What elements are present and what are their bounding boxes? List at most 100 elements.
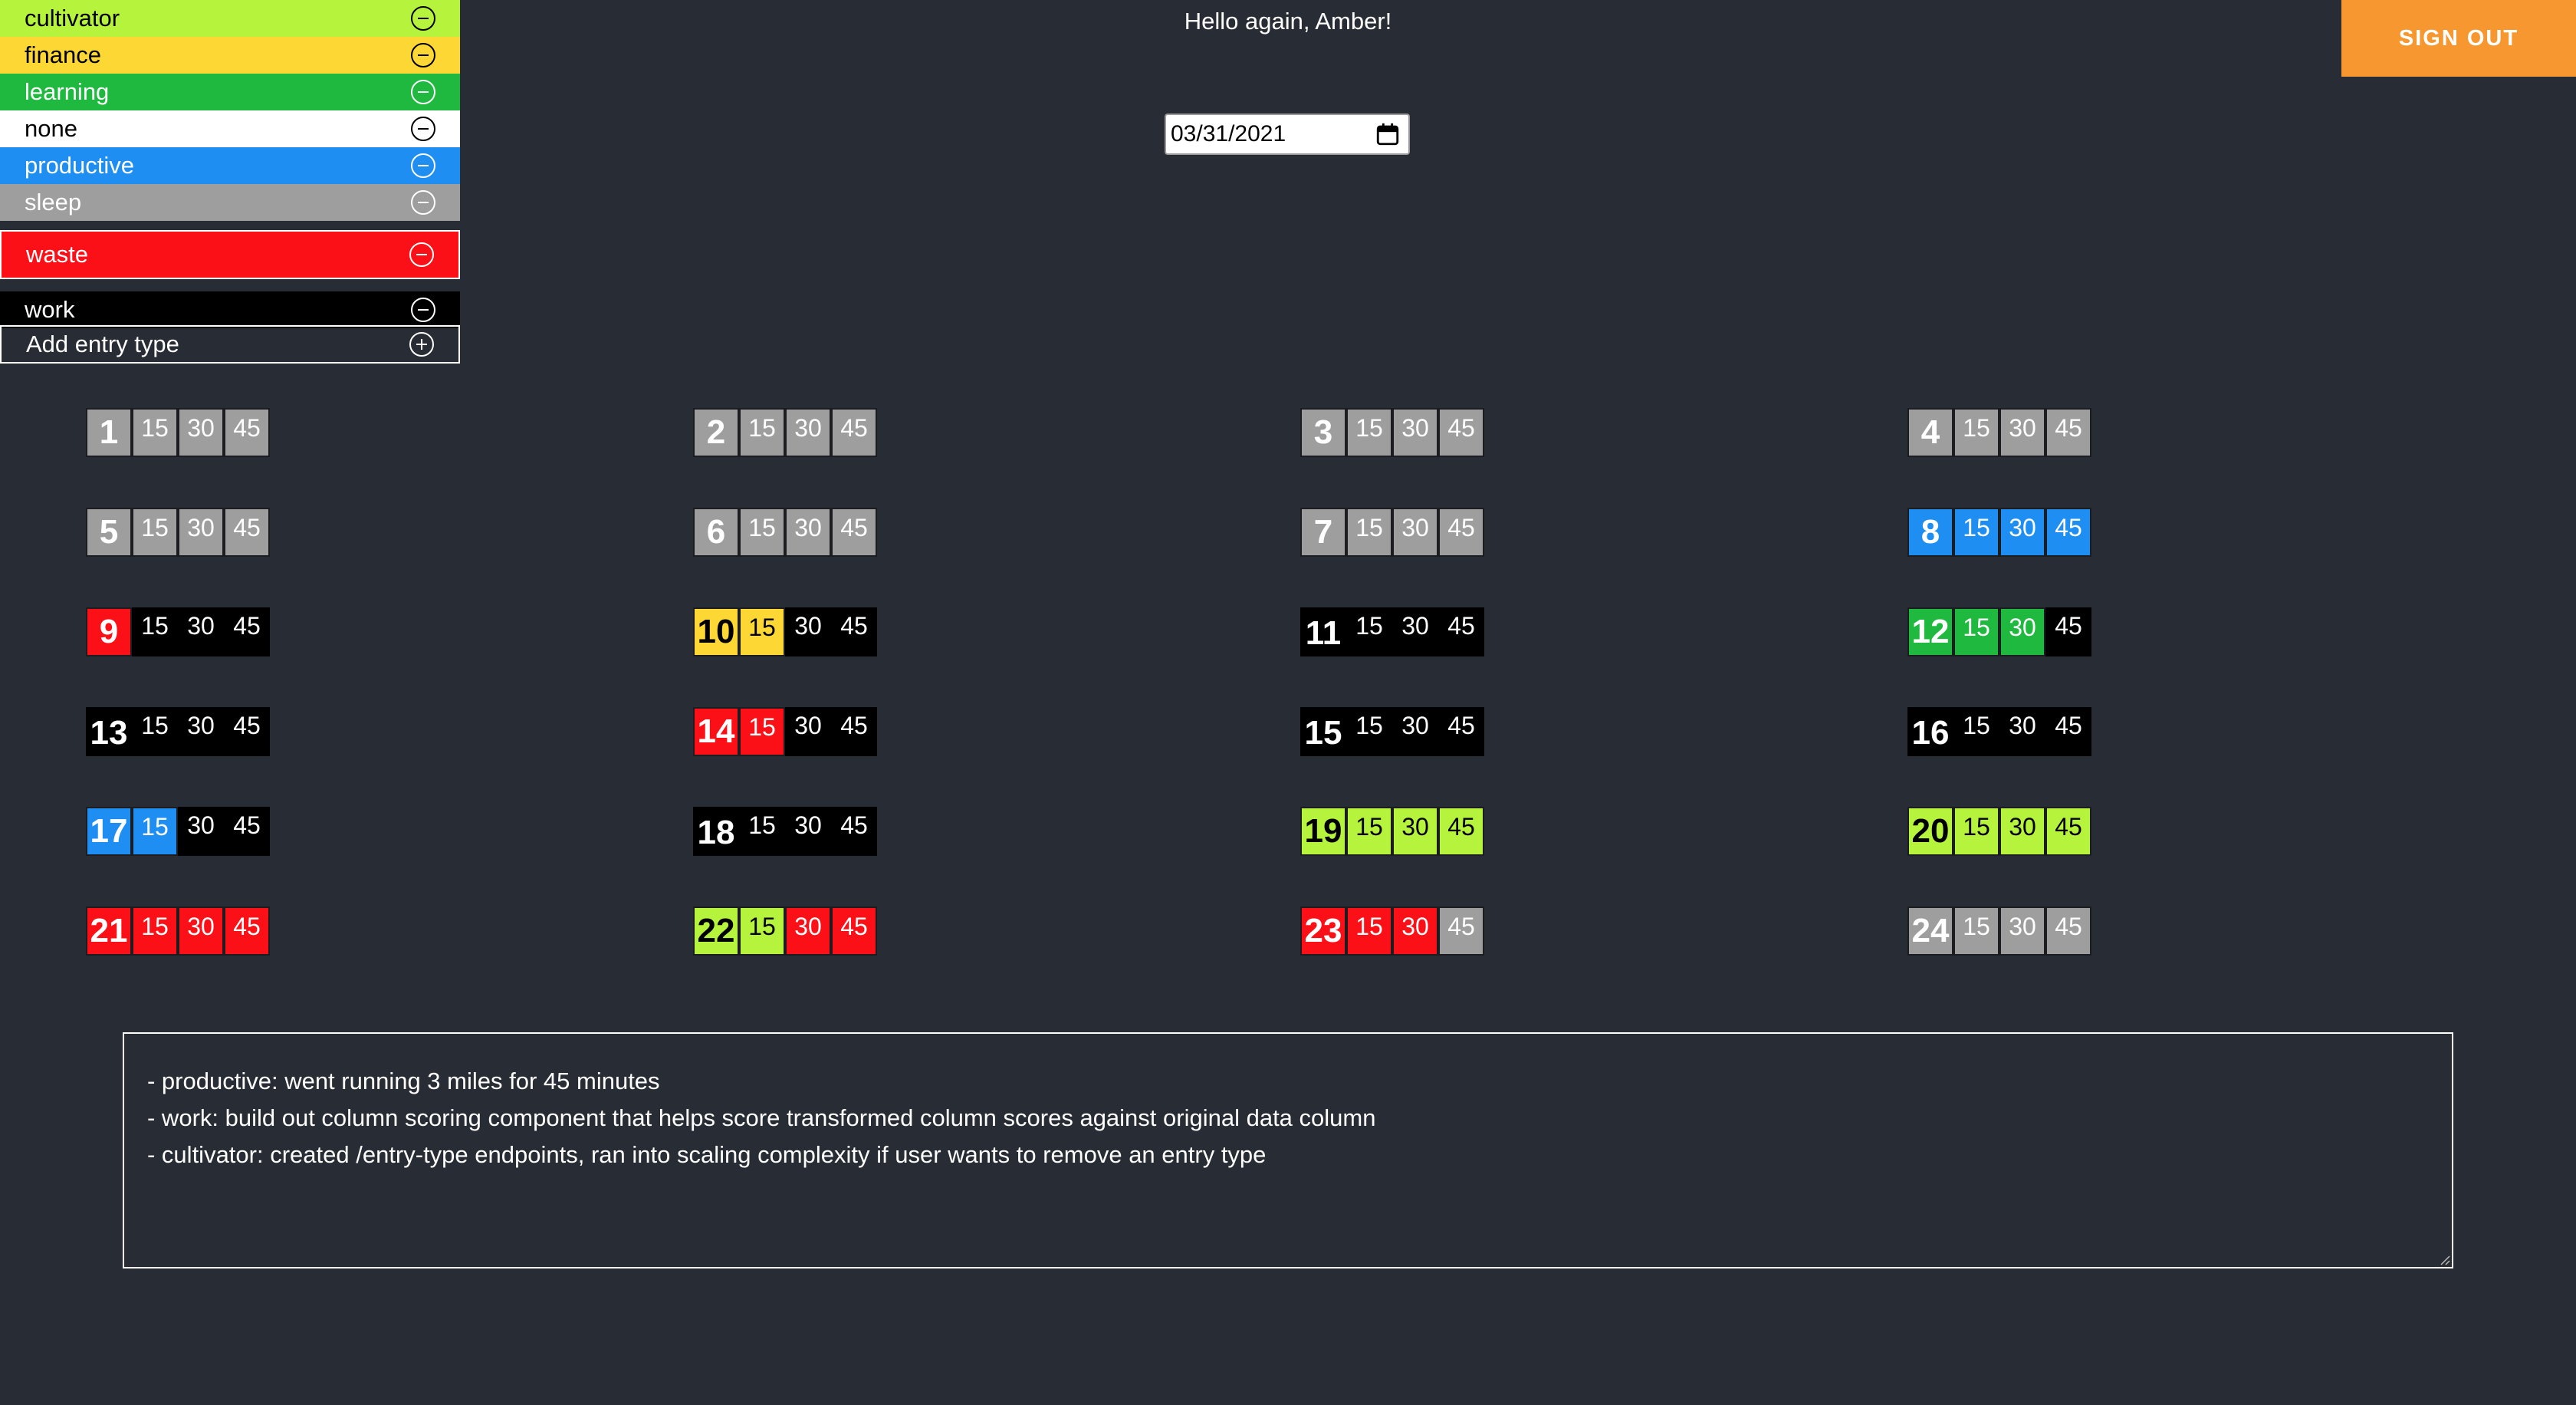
quarter-cell-30[interactable]: 30: [1392, 907, 1438, 956]
hour-label-cell[interactable]: 11: [1300, 607, 1346, 656]
quarter-cell-30[interactable]: 30: [785, 607, 831, 656]
quarter-cell-15[interactable]: 15: [1953, 707, 1999, 756]
hour-label-cell[interactable]: 20: [1907, 807, 1953, 856]
entry-type-finance[interactable]: finance: [0, 37, 460, 74]
quarter-cell-15[interactable]: 15: [132, 508, 178, 557]
hour-label-cell[interactable]: 24: [1907, 907, 1953, 956]
quarter-cell-30[interactable]: 30: [1999, 707, 2045, 756]
quarter-cell-30[interactable]: 30: [178, 707, 224, 756]
quarter-cell-30[interactable]: 30: [1392, 607, 1438, 656]
hour-label-cell[interactable]: 7: [1300, 508, 1346, 557]
quarter-cell-15[interactable]: 15: [132, 408, 178, 457]
quarter-cell-30[interactable]: 30: [178, 807, 224, 856]
quarter-cell-30[interactable]: 30: [785, 907, 831, 956]
quarter-cell-45[interactable]: 45: [224, 707, 270, 756]
entry-type-learning[interactable]: learning: [0, 74, 460, 110]
quarter-cell-45[interactable]: 45: [2045, 707, 2091, 756]
quarter-cell-45[interactable]: 45: [2045, 508, 2091, 557]
add-entry-type-button[interactable]: Add entry type: [0, 325, 460, 364]
hour-label-cell[interactable]: 13: [86, 707, 132, 756]
quarter-cell-15[interactable]: 15: [132, 607, 178, 656]
quarter-cell-30[interactable]: 30: [1999, 907, 2045, 956]
hour-label-cell[interactable]: 8: [1907, 508, 1953, 557]
quarter-cell-45[interactable]: 45: [2045, 607, 2091, 656]
entry-type-work[interactable]: work: [0, 291, 460, 328]
hour-label-cell[interactable]: 22: [693, 907, 739, 956]
quarter-cell-45[interactable]: 45: [224, 907, 270, 956]
hour-label-cell[interactable]: 1: [86, 408, 132, 457]
quarter-cell-30[interactable]: 30: [785, 508, 831, 557]
quarter-cell-45[interactable]: 45: [831, 607, 877, 656]
quarter-cell-45[interactable]: 45: [2045, 907, 2091, 956]
quarter-cell-15[interactable]: 15: [739, 807, 785, 856]
quarter-cell-15[interactable]: 15: [1346, 707, 1392, 756]
hour-label-cell[interactable]: 2: [693, 408, 739, 457]
quarter-cell-45[interactable]: 45: [224, 408, 270, 457]
quarter-cell-30[interactable]: 30: [785, 408, 831, 457]
quarter-cell-15[interactable]: 15: [739, 607, 785, 656]
quarter-cell-15[interactable]: 15: [739, 508, 785, 557]
resize-handle-icon[interactable]: [2438, 1253, 2450, 1265]
quarter-cell-30[interactable]: 30: [178, 408, 224, 457]
quarter-cell-45[interactable]: 45: [831, 907, 877, 956]
hour-label-cell[interactable]: 3: [1300, 408, 1346, 457]
quarter-cell-15[interactable]: 15: [1953, 607, 1999, 656]
hour-label-cell[interactable]: 10: [693, 607, 739, 656]
remove-entry-type-icon[interactable]: [411, 80, 435, 104]
hour-label-cell[interactable]: 9: [86, 607, 132, 656]
quarter-cell-15[interactable]: 15: [1346, 408, 1392, 457]
quarter-cell-15[interactable]: 15: [739, 907, 785, 956]
journal-textarea[interactable]: - productive: went running 3 miles for 4…: [123, 1032, 2453, 1268]
hour-label-cell[interactable]: 21: [86, 907, 132, 956]
quarter-cell-45[interactable]: 45: [1438, 807, 1484, 856]
quarter-cell-15[interactable]: 15: [1346, 807, 1392, 856]
remove-entry-type-icon[interactable]: [411, 43, 435, 67]
entry-type-productive[interactable]: productive: [0, 147, 460, 184]
quarter-cell-30[interactable]: 30: [785, 707, 831, 756]
quarter-cell-15[interactable]: 15: [1346, 508, 1392, 557]
quarter-cell-45[interactable]: 45: [2045, 408, 2091, 457]
calendar-icon[interactable]: [1375, 121, 1401, 147]
hour-label-cell[interactable]: 14: [693, 707, 739, 756]
date-input[interactable]: 03/31/2021: [1165, 114, 1410, 155]
quarter-cell-45[interactable]: 45: [1438, 508, 1484, 557]
entry-type-waste[interactable]: waste: [0, 230, 460, 279]
quarter-cell-30[interactable]: 30: [1392, 408, 1438, 457]
remove-entry-type-icon[interactable]: [409, 242, 434, 267]
hour-label-cell[interactable]: 19: [1300, 807, 1346, 856]
entry-type-none[interactable]: none: [0, 110, 460, 147]
quarter-cell-45[interactable]: 45: [831, 408, 877, 457]
quarter-cell-45[interactable]: 45: [831, 707, 877, 756]
remove-entry-type-icon[interactable]: [411, 117, 435, 141]
quarter-cell-45[interactable]: 45: [224, 508, 270, 557]
quarter-cell-15[interactable]: 15: [132, 707, 178, 756]
quarter-cell-15[interactable]: 15: [1953, 807, 1999, 856]
quarter-cell-30[interactable]: 30: [1392, 807, 1438, 856]
quarter-cell-45[interactable]: 45: [831, 508, 877, 557]
sign-out-button[interactable]: SIGN OUT: [2341, 0, 2576, 77]
quarter-cell-15[interactable]: 15: [132, 807, 178, 856]
plus-circle-icon[interactable]: [409, 332, 434, 357]
quarter-cell-15[interactable]: 15: [1953, 408, 1999, 457]
hour-label-cell[interactable]: 23: [1300, 907, 1346, 956]
quarter-cell-45[interactable]: 45: [1438, 408, 1484, 457]
quarter-cell-15[interactable]: 15: [1346, 907, 1392, 956]
quarter-cell-30[interactable]: 30: [1392, 508, 1438, 557]
hour-label-cell[interactable]: 12: [1907, 607, 1953, 656]
quarter-cell-30[interactable]: 30: [1999, 508, 2045, 557]
remove-entry-type-icon[interactable]: [411, 153, 435, 178]
hour-label-cell[interactable]: 18: [693, 807, 739, 856]
quarter-cell-15[interactable]: 15: [1953, 907, 1999, 956]
hour-label-cell[interactable]: 15: [1300, 707, 1346, 756]
remove-entry-type-icon[interactable]: [411, 298, 435, 322]
quarter-cell-30[interactable]: 30: [1392, 707, 1438, 756]
quarter-cell-45[interactable]: 45: [831, 807, 877, 856]
hour-label-cell[interactable]: 6: [693, 508, 739, 557]
quarter-cell-30[interactable]: 30: [1999, 807, 2045, 856]
hour-label-cell[interactable]: 17: [86, 807, 132, 856]
quarter-cell-15[interactable]: 15: [1953, 508, 1999, 557]
entry-type-sleep[interactable]: sleep: [0, 184, 460, 221]
quarter-cell-30[interactable]: 30: [178, 907, 224, 956]
quarter-cell-45[interactable]: 45: [224, 607, 270, 656]
quarter-cell-30[interactable]: 30: [1999, 607, 2045, 656]
